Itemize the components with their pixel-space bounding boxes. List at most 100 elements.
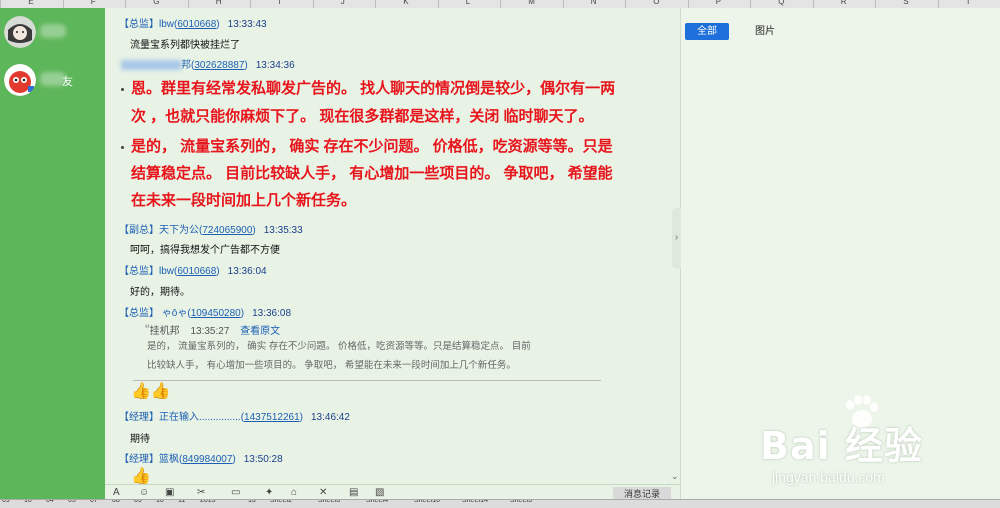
emoji-icon[interactable]: ☺ [139, 487, 149, 498]
font-icon[interactable]: A [113, 487, 120, 498]
reply-text: 在未来一段时间加上几个新任务。 [131, 192, 357, 209]
reply-text: 次 ，也就只能你麻烦下了。 现在很多群都是这样，关闭 临时聊天了。 [131, 108, 594, 125]
column-divider [187, 0, 189, 8]
tab-images[interactable]: 图片 [755, 23, 775, 40]
column-divider [562, 0, 564, 8]
sheet-tab[interactable]: 2015 [200, 500, 216, 504]
image-icon[interactable]: ▭ [231, 487, 240, 498]
user-id-link[interactable]: 6010668 [177, 266, 216, 277]
column-divider [812, 0, 814, 8]
shake-icon[interactable]: ✦ [265, 487, 273, 498]
column-divider [875, 0, 876, 8]
quote-header: “挂机邦 13:35:27 查看原文 [145, 321, 281, 337]
message-header: 【经理】篮枫(849984007) 13:50:28 [119, 454, 283, 465]
reply-text: 恩。群里有经常发私聊发广告的。 找人聊天的情况倒是较少，偶尔有一两 [131, 80, 616, 97]
column-divider [375, 0, 376, 8]
collapse-panel-button[interactable]: › [672, 208, 681, 268]
avatar [4, 16, 36, 48]
screenshot-icon[interactable]: ✂ [197, 487, 205, 498]
tab-all[interactable]: 全部 [685, 23, 729, 40]
reply-text: 是的， 流量宝系列的， 确实 存在不少问题。 价格低，吃资源等等。只是 [131, 138, 613, 155]
user-id-link[interactable]: 1437512261 [244, 412, 300, 423]
column-letter: F [90, 0, 96, 6]
column-divider [437, 0, 439, 8]
message-header: 【总监】 ゃōゃ(109450280) 13:36:08 [119, 308, 292, 319]
chat-history[interactable]: 【总监】lbw(6010668) 13:33:43 流量宝系列都快被挂烂了 邦(3… [105, 8, 680, 484]
column-letter: M [528, 0, 535, 6]
sheet-tab[interactable]: Sheet14 [462, 500, 488, 504]
sheet-tab[interactable]: Sheet3 [318, 500, 340, 504]
user-id-link[interactable]: 302628887 [194, 60, 244, 71]
contact-item[interactable]: 友 [0, 60, 105, 104]
sheet-tab[interactable]: 10 [24, 500, 32, 504]
column-letter: T [965, 0, 971, 6]
column-divider [125, 0, 126, 8]
message-header: 邦(302628887) 13:34:36 [121, 56, 295, 71]
avatar [4, 64, 36, 96]
quote-text: 比较缺人手， 有心增加一些项目的。 争取吧， 希望能在未来一段时间加上几个新任务… [147, 360, 516, 371]
column-divider [625, 0, 626, 8]
column-letter: Q [778, 0, 785, 6]
sheet-tab[interactable]: 10 [156, 500, 164, 504]
sheet-tab[interactable]: 08 [112, 500, 120, 504]
column-divider [0, 0, 1, 8]
thumbs-up-icon: 👍👍 [131, 383, 171, 400]
baidu-watermark: Bai 经验 jingyan.baidu.com [760, 395, 1000, 495]
watermark-url: jingyan.baidu.com [772, 469, 885, 485]
gift-icon[interactable]: ⌂ [291, 487, 297, 498]
cut-icon[interactable]: ✕ [319, 487, 327, 498]
scroll-down-icon[interactable]: ⌄ [671, 471, 679, 482]
sheet-tab[interactable]: 04 [46, 500, 54, 504]
column-letter: I [278, 0, 281, 6]
contact-sidebar: 友 [0, 8, 105, 499]
column-letter: N [590, 0, 597, 6]
message-text: 流量宝系列都快被挂烂了 [130, 40, 240, 51]
sheet-tab[interactable]: 09 [134, 500, 142, 504]
thumbs-up-icon: 👍 [131, 468, 151, 484]
sheet-tab[interactable]: Sheet2 [270, 500, 292, 504]
user-id-link[interactable]: 109450280 [191, 308, 241, 319]
message-header: 【副总】天下为公(724065900) 13:35:33 [119, 225, 303, 236]
column-divider [937, 0, 939, 8]
user-id-link[interactable]: 6010668 [177, 19, 216, 30]
column-divider [500, 0, 501, 8]
contact-avatar-icon [4, 16, 36, 48]
gif-icon[interactable]: ▣ [165, 487, 174, 498]
blurred-name [121, 60, 181, 71]
column-divider [750, 0, 751, 8]
sheet-tab[interactable]: Sheet4 [366, 500, 388, 504]
view-original-link[interactable]: 查看原文 [240, 326, 280, 337]
sheet-tab[interactable]: 05 [68, 500, 76, 504]
quote-text: 是的， 流量宝系列的， 确实 存在不少问题。 价格低，吃资源等等。只是结算稳定点… [147, 341, 531, 352]
column-letter: O [653, 0, 660, 6]
column-letter: K [403, 0, 409, 6]
column-letter: R [840, 0, 847, 6]
message-header: 【经理】正在输入...............(1437512261) 13:46… [119, 412, 350, 423]
sheet-tab[interactable]: 13 [248, 500, 256, 504]
column-letter: S [903, 0, 909, 6]
column-divider [312, 0, 314, 8]
message-text: 呵呵，搞得我想发个广告都不方便 [130, 245, 280, 256]
reply-text: 结算稳定点。 目前比较缺人手， 有心增加一些项目的。 争取吧， 希望能 [131, 165, 613, 182]
file-icon[interactable]: ▧ [375, 487, 384, 498]
user-id-link[interactable]: 724065900 [202, 225, 252, 236]
user-id-link[interactable]: 849984007 [182, 454, 232, 465]
sheet-tab[interactable]: 09 [2, 500, 10, 504]
sheet-tab[interactable]: 11 [178, 500, 185, 504]
contact-avatar-icon [4, 64, 36, 96]
column-divider [250, 0, 251, 8]
message-text: 期待 [130, 434, 150, 445]
column-letter: L [465, 0, 471, 6]
bag-icon[interactable]: ▤ [349, 487, 358, 498]
watermark-brand: Bai 经验 [760, 424, 923, 468]
quote-divider [133, 380, 601, 381]
sheet-tab[interactable]: 07 [90, 500, 98, 504]
column-divider [62, 0, 64, 8]
message-text: 好的，期待。 [130, 287, 190, 298]
contact-item[interactable] [0, 12, 105, 56]
column-letter: G [153, 0, 160, 6]
sheet-tab[interactable]: Sheet5 [510, 500, 532, 504]
sheet-tab[interactable]: Sheet10 [414, 500, 440, 504]
input-toolbar: A ☺ ▣ ✂ ▭ ✦ ⌂ ✕ ▤ ▧ 消息记录 [105, 484, 680, 500]
message-header: 【总监】lbw(6010668) 13:33:43 [119, 19, 267, 30]
